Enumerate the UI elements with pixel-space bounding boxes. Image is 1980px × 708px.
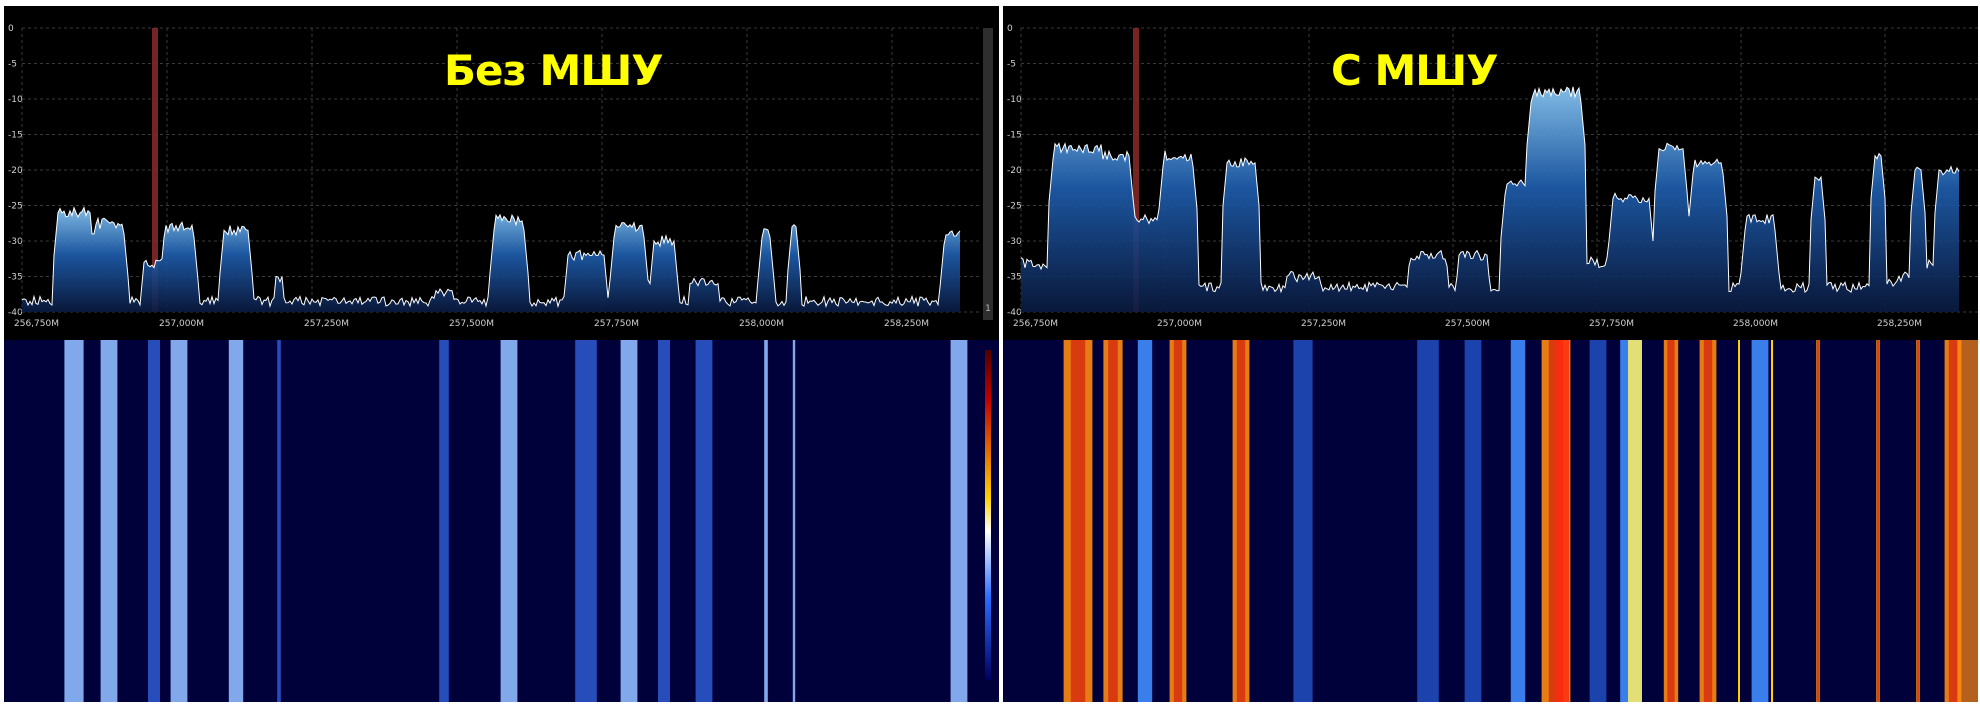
waterfall-svg-right <box>1063 340 1978 702</box>
spectrum-plot-right[interactable]: 0 -5 -10 -15 -20 -25 -30 -35 -40 256,750M 257,000M… <box>1003 6 1978 336</box>
waterfall-stripe <box>1293 340 1313 702</box>
waterfall-core <box>1667 340 1675 702</box>
y-tick-label: -15 <box>1007 131 1022 141</box>
y-tick-label: -20 <box>8 166 23 176</box>
y-tick-label: -40 <box>8 308 23 318</box>
waterfall-right <box>1003 340 1978 702</box>
x-tick-label: 257,750M <box>1589 319 1634 329</box>
x-tick-label: 257,250M <box>304 319 349 329</box>
waterfall-stripe <box>100 340 118 702</box>
spectrum-panel-right: 0 -5 -10 -15 -20 -25 -30 -35 -40 256,750M 257,000M… <box>1003 6 1978 702</box>
y-tick-label: -20 <box>1007 166 1022 176</box>
waterfall-stripe <box>439 340 449 702</box>
x-tick-label: 258,000M <box>739 319 784 329</box>
waterfall-core <box>1173 340 1183 702</box>
y-tick-label: -30 <box>8 237 23 247</box>
waterfall-stripe <box>620 340 638 702</box>
y-tick-label: -40 <box>1007 308 1022 318</box>
x-tick-label: 257,750M <box>594 319 639 329</box>
waterfall-core <box>1703 340 1713 702</box>
y-tick-label: -5 <box>8 60 17 70</box>
x-tick-label: 257,000M <box>1157 319 1202 329</box>
y-tick-label: -35 <box>1007 273 1022 283</box>
waterfall-stripe <box>1510 340 1526 702</box>
y-tick-label: -25 <box>8 202 23 212</box>
waterfall-stripe <box>950 340 968 702</box>
waterfall-stripe <box>1751 340 1769 702</box>
waterfall-core <box>1236 340 1246 702</box>
waterfall-core <box>1917 340 1919 702</box>
waterfall-yellow-band <box>1628 340 1642 702</box>
waterfall-stripe <box>1589 340 1607 702</box>
y-tick-label: 0 <box>8 24 14 34</box>
waterfall-core <box>1948 340 1958 702</box>
waterfall-stripe <box>792 340 796 702</box>
waterfall-stripe <box>170 340 188 702</box>
waterfall-stripe <box>228 340 244 702</box>
waterfall-stripe <box>658 340 670 702</box>
y-tick-label: -35 <box>8 273 23 283</box>
caption-without-lna: Без МШУ <box>444 46 664 95</box>
waterfall-stripe <box>500 340 518 702</box>
y-tick-label: -25 <box>1007 202 1022 212</box>
y-tick-label: -10 <box>8 95 23 105</box>
y-tick-label: -10 <box>1007 95 1022 105</box>
y-tick-label: -15 <box>8 131 23 141</box>
waterfall-stripe <box>277 340 281 702</box>
waterfall-stripe <box>1417 340 1439 702</box>
waterfall-stripe <box>1137 340 1153 702</box>
waterfall-left <box>4 340 999 702</box>
waterfall-carrier <box>1771 340 1773 702</box>
spectrum-fill <box>1021 86 1959 313</box>
waterfall-stripe <box>64 340 84 702</box>
waterfall-core <box>1108 340 1118 702</box>
waterfall-core <box>1817 340 1819 702</box>
waterfall-stripe <box>1464 340 1482 702</box>
waterfall-edge-band <box>1958 340 1978 702</box>
scrollbar-button[interactable]: 1 <box>983 302 993 316</box>
y-tick-label: -30 <box>1007 237 1022 247</box>
x-tick-label: 257,500M <box>1445 319 1490 329</box>
waterfall-stripe <box>764 340 768 702</box>
waterfall-colorbar <box>985 350 991 680</box>
x-tick-label: 258,250M <box>884 319 929 329</box>
y-tick-label: -5 <box>1007 60 1016 70</box>
scrollbar-track[interactable] <box>983 28 993 320</box>
waterfall-stripe <box>148 340 160 702</box>
x-tick-label: 257,000M <box>159 319 204 329</box>
waterfall-stripe <box>575 340 597 702</box>
waterfall-carrier <box>1738 340 1740 702</box>
waterfall-core <box>1070 340 1086 702</box>
waterfall-strong-band <box>1555 340 1569 702</box>
caption-with-lna: С МШУ <box>1331 46 1499 95</box>
spectrum-plot-left[interactable]: 0 -5 -10 -15 -20 -25 -30 -35 -40 256,750M 257,000M… <box>4 6 999 336</box>
x-tick-label: 256,750M <box>1013 319 1058 329</box>
x-tick-label: 256,750M <box>14 319 59 329</box>
x-tick-label: 257,500M <box>449 319 494 329</box>
x-tick-label: 258,250M <box>1877 319 1922 329</box>
waterfall-core <box>1877 340 1879 702</box>
x-tick-label: 258,000M <box>1733 319 1778 329</box>
y-tick-label: 0 <box>1007 24 1013 34</box>
waterfall-stripe <box>695 340 713 702</box>
waterfall-svg-left <box>64 340 968 702</box>
spectrum-panel-left: 0 -5 -10 -15 -20 -25 -30 -35 -40 256,750M 257,000M… <box>4 6 999 702</box>
x-tick-label: 257,250M <box>1301 319 1346 329</box>
